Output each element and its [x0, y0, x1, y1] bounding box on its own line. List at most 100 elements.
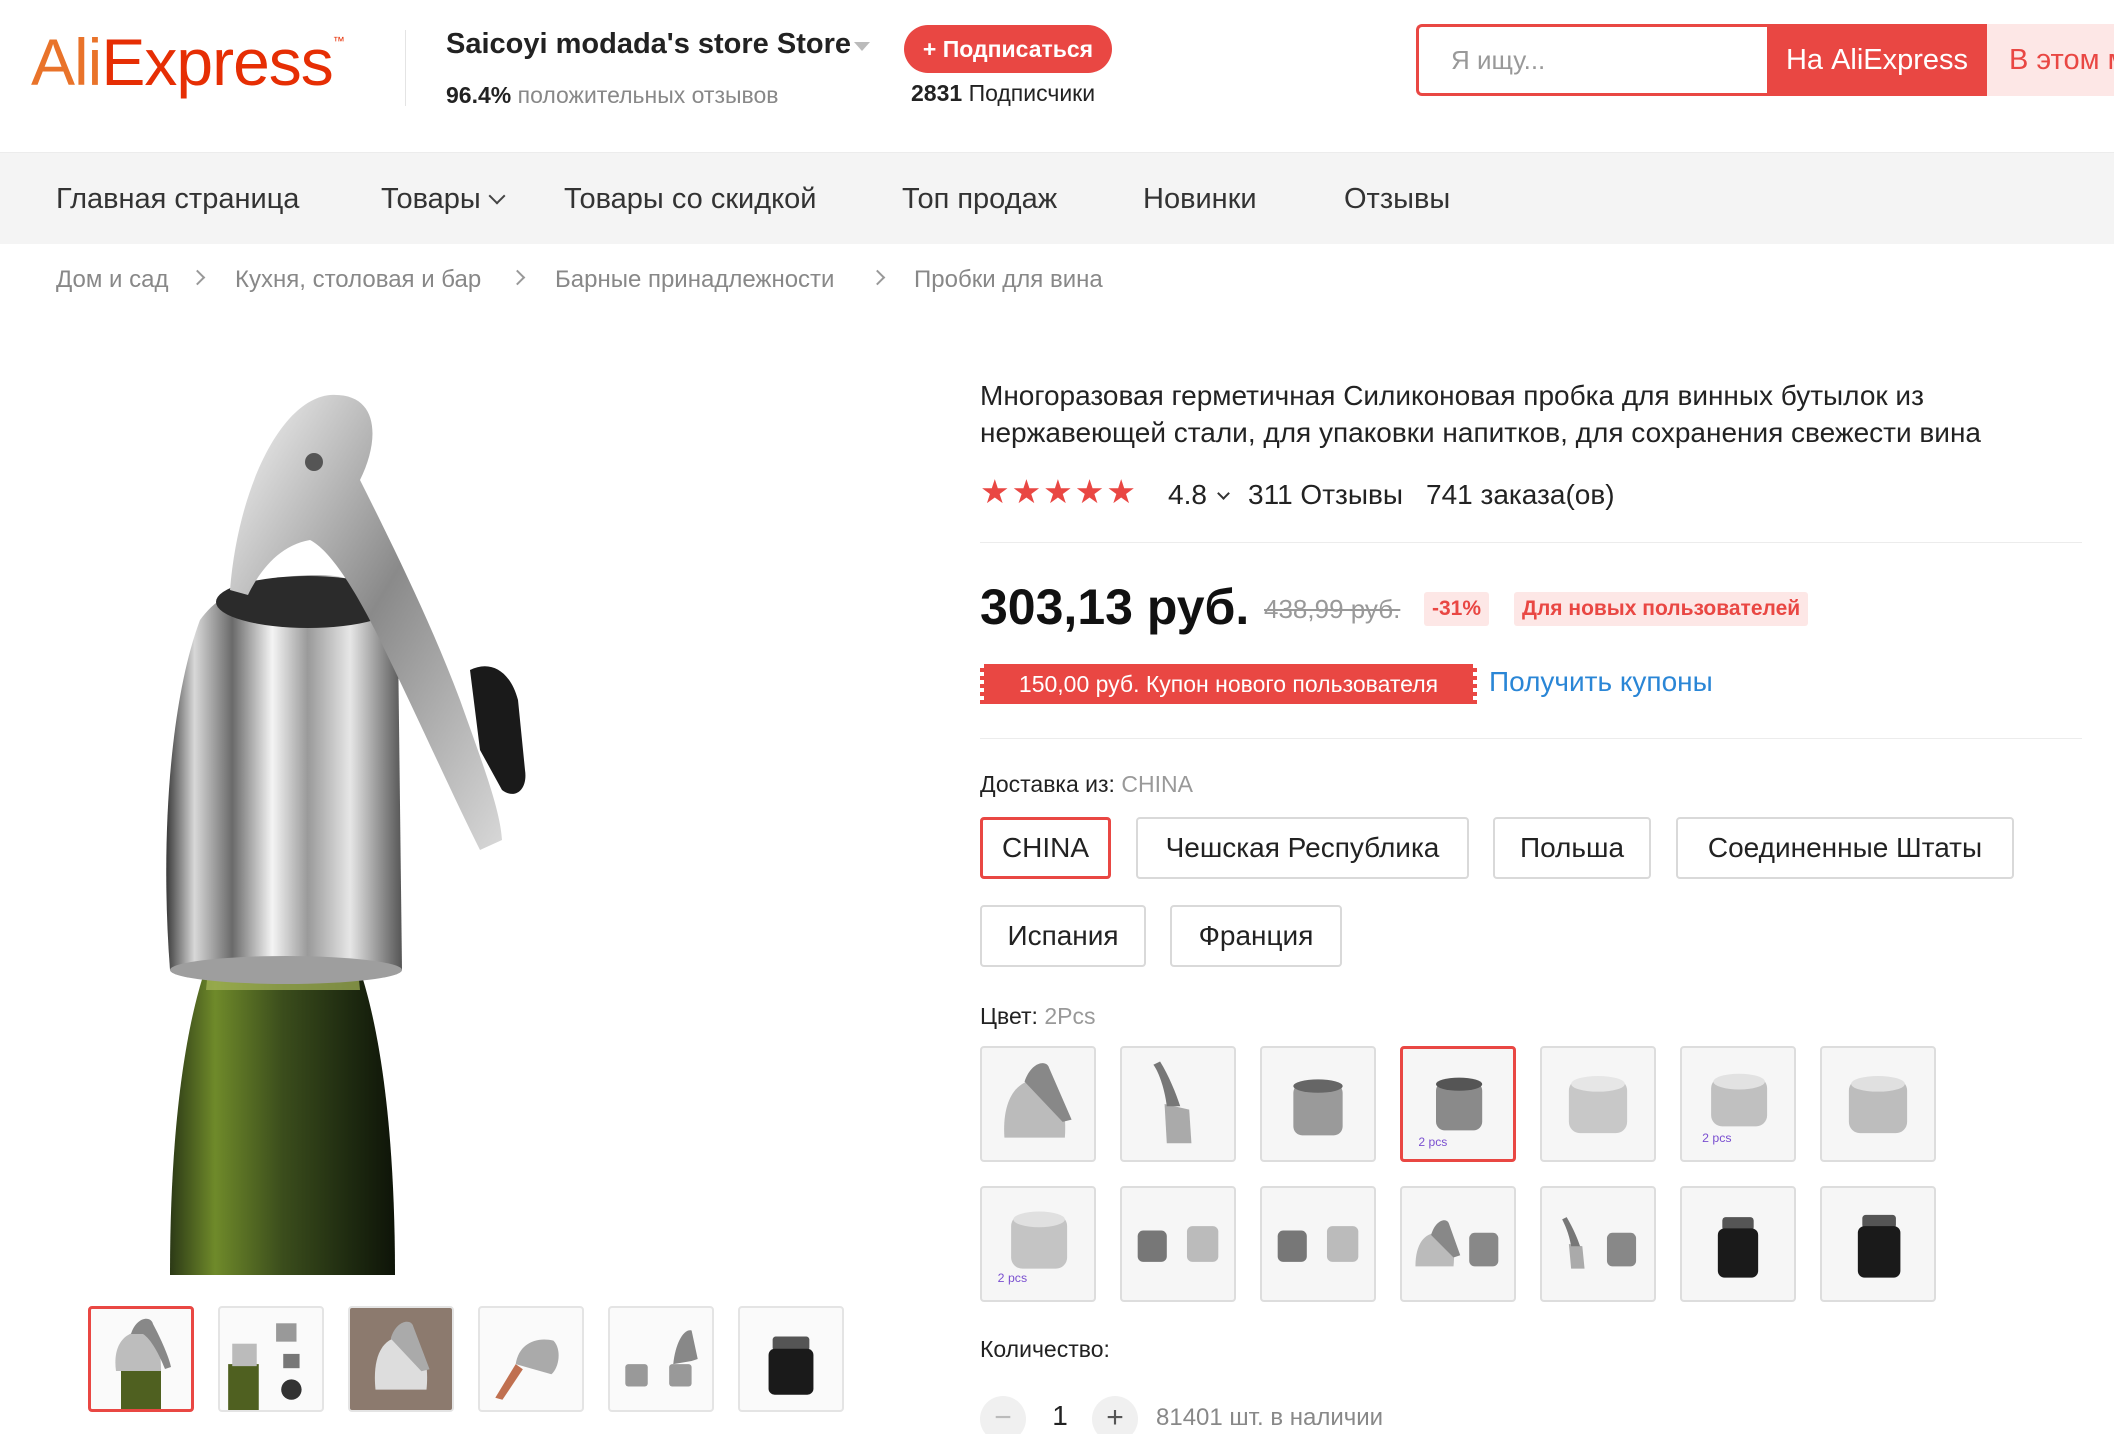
current-price: 303,13 руб. [980, 579, 1250, 635]
breadcrumb-item[interactable]: Кухня, столовая и бар [235, 266, 481, 294]
nav-products[interactable]: Товары [381, 153, 506, 245]
new-user-badge: Для новых пользователей [1514, 592, 1809, 626]
search-aliexpress-button[interactable]: На AliExpress [1767, 24, 1987, 96]
chevron-down-icon[interactable] [1217, 487, 1230, 500]
gallery-thumbnail[interactable] [608, 1306, 714, 1412]
chevron-right-icon [509, 269, 526, 286]
nav-products-label: Товары [381, 183, 481, 215]
color-swatch[interactable] [1540, 1046, 1656, 1162]
color-label-text: Цвет: [980, 1003, 1038, 1029]
logo-express-text: Express [101, 25, 333, 99]
color-swatch[interactable] [1680, 1186, 1796, 1302]
gallery-thumbnail[interactable] [738, 1306, 844, 1412]
swatch-image: 2 pcs [998, 1211, 1068, 1285]
search-input[interactable] [1451, 27, 1751, 93]
chevron-down-icon [488, 187, 506, 205]
discount-badge: -31% [1424, 592, 1490, 626]
aliexpress-logo[interactable]: AliExpress™ [31, 24, 345, 100]
quantity-increase-button[interactable]: + [1092, 1396, 1138, 1434]
color-swatch[interactable] [1120, 1046, 1236, 1162]
thumbnail-image [768, 1336, 814, 1395]
swatch-image [1277, 1226, 1359, 1262]
ship-option-france[interactable]: Франция [1170, 905, 1342, 967]
coupon-edge-decoration [1473, 664, 1481, 704]
gallery-thumbnail[interactable] [88, 1306, 194, 1412]
chevron-right-icon [189, 269, 206, 286]
ship-option-china[interactable]: CHINA [980, 817, 1111, 879]
breadcrumb-item[interactable]: Барные принадлежности [555, 266, 834, 294]
nav-reviews[interactable]: Отзывы [1344, 153, 1450, 245]
color-swatch[interactable] [1820, 1046, 1936, 1162]
swatch-image [1293, 1079, 1343, 1136]
quantity-value[interactable]: 1 [1050, 1400, 1070, 1432]
follow-button[interactable]: + Подписаться [904, 25, 1112, 73]
thumbnail-image [350, 1308, 452, 1410]
gallery-thumbnail[interactable] [218, 1306, 324, 1412]
coupon-edge-decoration [976, 664, 984, 704]
breadcrumb-item-current: Пробки для вина [914, 266, 1103, 293]
get-coupons-link[interactable]: Получить купоны [1489, 666, 1713, 698]
color-label: Цвет: 2Pcs [980, 1003, 1095, 1030]
nav-top-selling[interactable]: Топ продаж [902, 153, 1057, 245]
header: AliExpress™ Saicoyi modada's store Store… [0, 0, 2114, 152]
orders-count: 741 заказа(ов) [1426, 479, 1615, 510]
reviews-link[interactable]: 311 Отзывы [1248, 479, 1403, 511]
color-swatch-selected[interactable]: 2 pcs [1400, 1046, 1516, 1162]
main-product-image[interactable] [130, 370, 770, 1275]
color-swatch[interactable] [980, 1046, 1096, 1162]
color-swatch[interactable] [1400, 1186, 1516, 1302]
shipping-label-text: Доставка из: [980, 771, 1115, 797]
color-swatch[interactable] [1120, 1186, 1236, 1302]
swatch-image [1717, 1217, 1759, 1278]
store-dropdown-caret-icon[interactable] [854, 42, 870, 51]
swatch-image [1857, 1214, 1901, 1278]
breadcrumb-item[interactable]: Дом и сад [56, 266, 168, 294]
new-user-coupon[interactable]: 150,00 руб. Купон нового пользователя [980, 664, 1477, 704]
divider [980, 738, 2082, 739]
thumbnail-image [625, 1330, 698, 1387]
nav-new-arrivals[interactable]: Новинки [1143, 153, 1257, 245]
gallery-thumbnail[interactable] [478, 1306, 584, 1412]
color-swatch[interactable] [1540, 1186, 1656, 1302]
chevron-right-icon [869, 269, 886, 286]
followers-label: Подписчики [968, 80, 1096, 106]
header-divider [405, 30, 406, 106]
swatch-image [1137, 1226, 1219, 1262]
thumbnail-image [495, 1339, 559, 1400]
swatch-image [1568, 1076, 1628, 1134]
stock-available: 81401 шт. в наличии [1156, 1404, 1384, 1431]
shipping-label: Доставка из: CHINA [980, 771, 1193, 798]
color-swatch[interactable] [1260, 1186, 1376, 1302]
swatch-image [1848, 1076, 1908, 1134]
divider [980, 542, 2082, 543]
search-store-button[interactable]: В этом м [1987, 24, 2114, 96]
ship-option-spain[interactable]: Испания [980, 905, 1146, 967]
gallery-thumbnail[interactable] [348, 1306, 454, 1412]
swatch-image [1415, 1220, 1499, 1267]
original-price: 438,99 руб. [1264, 594, 1401, 624]
swatch-image: 2 pcs [1702, 1073, 1768, 1145]
color-swatch[interactable]: 2 pcs [1680, 1046, 1796, 1162]
store-positive-label: положительных отзывов [517, 82, 779, 108]
thumbnail-image [228, 1323, 302, 1410]
rating-score[interactable]: 4.8 [1168, 479, 1207, 511]
color-swatch[interactable]: 2 pcs [980, 1186, 1096, 1302]
color-swatch[interactable] [1820, 1186, 1936, 1302]
nav-sale[interactable]: Товары со скидкой [564, 153, 816, 245]
quantity-decrease-button[interactable]: − [980, 1396, 1026, 1434]
shipping-selected-value: CHINA [1121, 771, 1193, 797]
store-rating: 96.4% положительных отзывов [446, 82, 779, 109]
star-rating-icons: ★★★★★ [980, 473, 1138, 510]
color-swatch[interactable] [1260, 1046, 1376, 1162]
nav-home[interactable]: Главная страница [56, 153, 299, 245]
store-name[interactable]: Saicoyi modada's store Store [446, 28, 851, 61]
logo-ali-text: Ali [31, 25, 102, 99]
logo-tm: ™ [332, 34, 345, 48]
store-nav: Главная страница Товары Товары со скидко… [0, 152, 2114, 244]
ship-option-czech[interactable]: Чешская Республика [1136, 817, 1469, 879]
swatch-image: 2 pcs [1418, 1077, 1483, 1149]
ship-option-usa[interactable]: Соединенные Штаты [1676, 817, 2014, 879]
color-selected-value: 2Pcs [1044, 1003, 1096, 1029]
quantity-label: Количество: [980, 1336, 1110, 1362]
ship-option-poland[interactable]: Польша [1493, 817, 1651, 879]
